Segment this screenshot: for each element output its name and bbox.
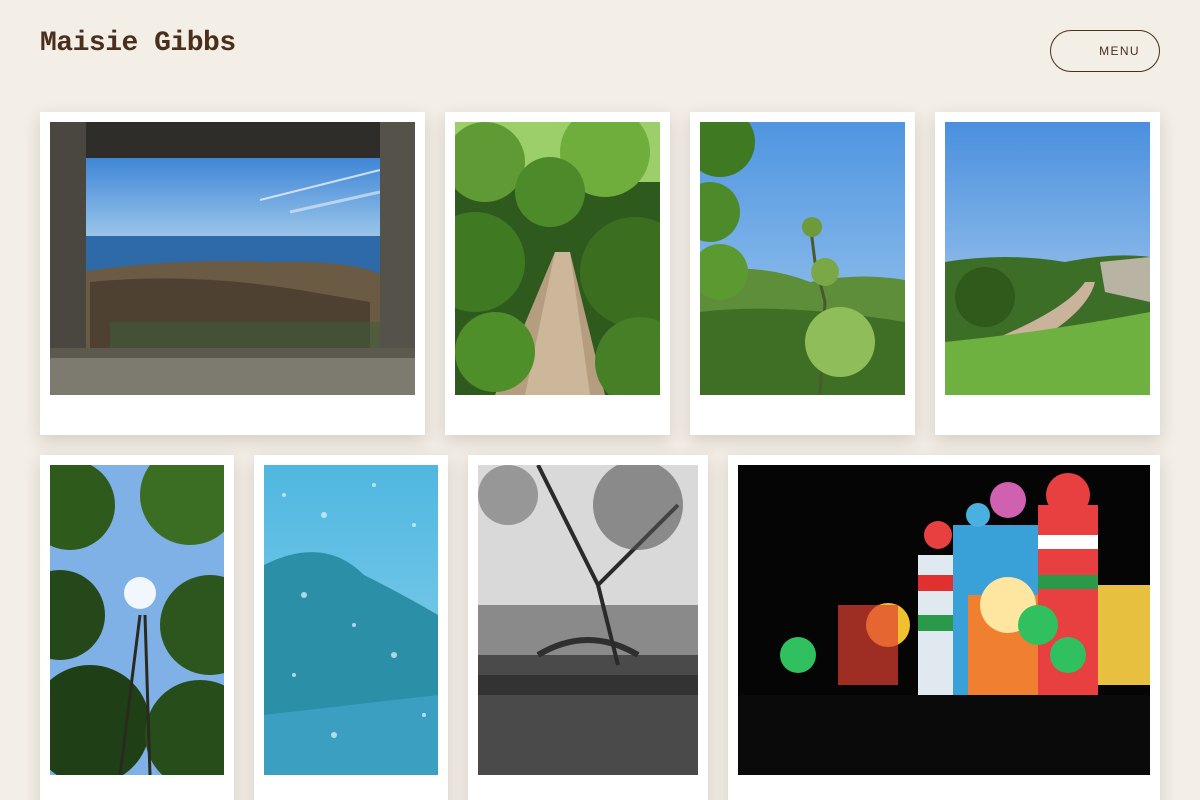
gallery-photo[interactable] (478, 465, 698, 775)
gallery-photo[interactable] (700, 122, 905, 395)
site-title[interactable]: Maisie Gibbs (40, 28, 236, 59)
gallery-photo[interactable] (50, 465, 224, 775)
gallery-photo[interactable] (738, 465, 1150, 775)
gallery-photo[interactable] (50, 122, 415, 395)
gallery-item[interactable] (935, 112, 1160, 435)
gallery-photo[interactable] (945, 122, 1150, 395)
gallery-item[interactable] (728, 455, 1160, 800)
gallery-item[interactable] (40, 455, 234, 800)
gallery-item[interactable] (468, 455, 708, 800)
gallery-item[interactable] (690, 112, 915, 435)
gallery-photo[interactable] (264, 465, 438, 775)
gallery-photo[interactable] (455, 122, 660, 395)
menu-button[interactable]: MENU (1050, 30, 1160, 72)
gallery-item[interactable] (254, 455, 448, 800)
gallery-item[interactable] (40, 112, 425, 435)
gallery-item[interactable] (445, 112, 670, 435)
